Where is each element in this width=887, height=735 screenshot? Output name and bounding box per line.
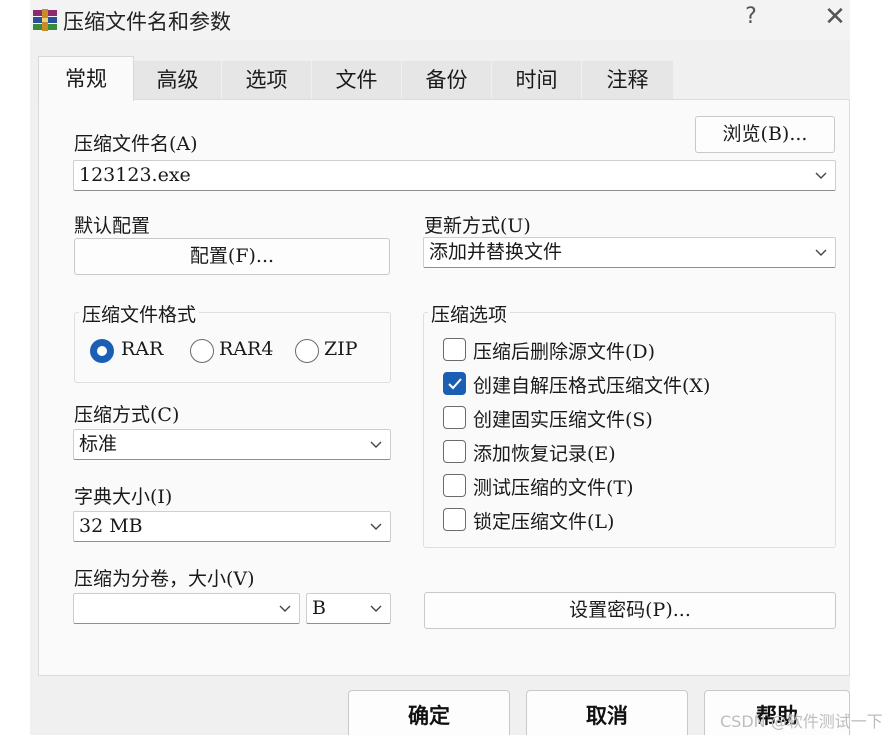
radio-rar-label: RAR: [121, 338, 164, 360]
split-size-input[interactable]: [73, 593, 300, 624]
checkbox-create-sfx-label: 创建自解压格式压缩文件(X): [473, 375, 711, 397]
chevron-down-icon[interactable]: [368, 594, 384, 623]
browse-button[interactable]: 浏览(B)...: [695, 116, 835, 153]
tab-general[interactable]: 常规: [38, 56, 134, 101]
checkbox-test-files-label: 测试压缩的文件(T): [473, 477, 634, 499]
compression-method-value: 标准: [79, 433, 118, 455]
set-password-button[interactable]: 设置密码(P)...: [424, 592, 836, 629]
tab-time[interactable]: 时间: [492, 61, 582, 100]
checkbox-recovery-record[interactable]: [443, 440, 466, 463]
compression-method-label: 压缩方式(C): [74, 404, 180, 426]
checkbox-lock-archive-label: 锁定压缩文件(L): [473, 511, 615, 533]
dictionary-size-label: 字典大小(I): [74, 486, 173, 508]
chevron-down-icon[interactable]: [368, 512, 384, 541]
checkmark-icon: [448, 378, 462, 390]
compression-method-select[interactable]: 标准: [73, 429, 391, 460]
winrar-app-icon: [33, 9, 57, 31]
help-question-icon[interactable]: ?: [736, 4, 766, 29]
dictionary-size-value: 32 MB: [79, 515, 143, 537]
radio-zip[interactable]: [295, 339, 319, 363]
chevron-down-icon[interactable]: [368, 430, 384, 459]
checkbox-delete-files-label: 压缩后删除源文件(D): [473, 341, 656, 363]
tab-advanced[interactable]: 高级: [134, 61, 222, 100]
profiles-button[interactable]: 配置(F)...: [74, 238, 390, 275]
split-volumes-label: 压缩为分卷，大小(V): [74, 568, 255, 590]
cancel-button[interactable]: 取消: [526, 690, 688, 735]
checkbox-solid-archive-label: 创建固实压缩文件(S): [473, 409, 653, 431]
chevron-down-icon[interactable]: [277, 594, 293, 623]
checkbox-test-files[interactable]: [443, 474, 466, 497]
window-title: 压缩文件名和参数: [63, 10, 231, 34]
ok-button[interactable]: 确定: [348, 690, 510, 735]
radio-rar4[interactable]: [190, 339, 214, 363]
close-icon[interactable]: ✕: [820, 2, 850, 32]
chevron-down-icon[interactable]: [813, 238, 829, 267]
tab-strip: 常规 高级 选项 文件 备份 时间 注释: [30, 56, 850, 101]
split-unit-value: B: [312, 597, 326, 619]
checkbox-delete-files[interactable]: [443, 338, 466, 361]
archive-format-title: 压缩文件格式: [79, 300, 200, 327]
dialog-window: 压缩文件名和参数 ? ✕ 常规 高级 选项 文件 备份 时间 注释 压缩文件名(…: [30, 0, 850, 735]
archiving-options-title: 压缩选项: [428, 300, 511, 327]
radio-zip-label: ZIP: [324, 338, 358, 360]
update-mode-label: 更新方式(U): [424, 215, 531, 237]
update-mode-select[interactable]: 添加并替换文件: [423, 237, 836, 268]
tab-backup[interactable]: 备份: [402, 61, 492, 100]
chevron-down-icon[interactable]: [813, 161, 829, 190]
update-mode-value: 添加并替换文件: [429, 241, 563, 263]
split-unit-select[interactable]: B: [306, 593, 391, 624]
archive-name-input[interactable]: 123123.exe: [73, 160, 836, 191]
radio-rar[interactable]: [90, 339, 114, 363]
checkbox-create-sfx[interactable]: [443, 372, 466, 395]
profiles-label: 默认配置: [74, 215, 151, 237]
title-bar: 压缩文件名和参数 ? ✕: [30, 0, 850, 40]
checkbox-solid-archive[interactable]: [443, 406, 466, 429]
dictionary-size-select[interactable]: 32 MB: [73, 511, 391, 542]
radio-rar4-label: RAR4: [219, 338, 274, 360]
tab-comment[interactable]: 注释: [582, 61, 674, 100]
tab-files[interactable]: 文件: [312, 61, 402, 100]
archive-name-value: 123123.exe: [79, 164, 191, 186]
watermark-text: CSDN @软件测试一下: [720, 712, 883, 731]
checkbox-lock-archive[interactable]: [443, 508, 466, 531]
archive-name-label: 压缩文件名(A): [74, 133, 198, 155]
checkbox-recovery-record-label: 添加恢复记录(E): [473, 443, 616, 465]
tab-options[interactable]: 选项: [222, 61, 312, 100]
general-panel: 压缩文件名(A) 浏览(B)... 123123.exe 默认配置 配置(F).…: [38, 99, 850, 676]
